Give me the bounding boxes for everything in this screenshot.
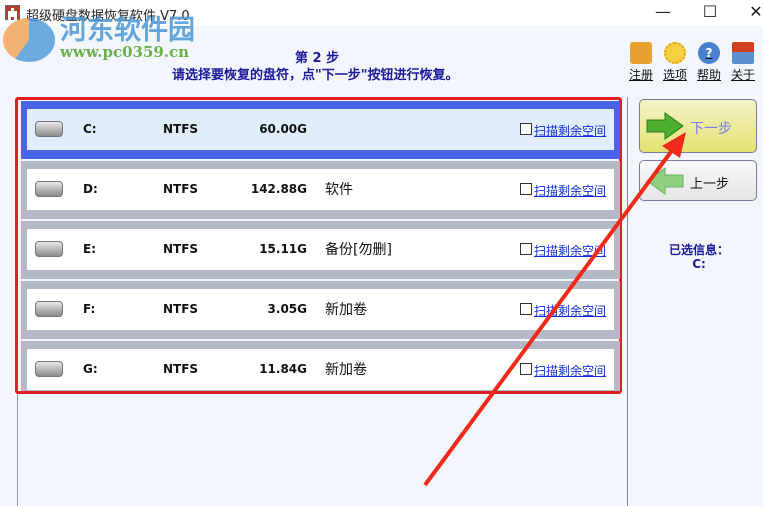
drive-letter: F: [83, 302, 96, 316]
drive-row-e[interactable]: E: NTFS 15.11G 备份[勿删] 扫描剩余空间 [21, 221, 620, 279]
register-label: 注册 [628, 68, 653, 82]
drive-fs: NTFS [163, 242, 199, 256]
drive-size: 142.88G [250, 182, 307, 196]
app-icon [5, 5, 20, 20]
drive-row-c[interactable]: C: NTFS 60.00G 扫描剩余空间 [21, 101, 620, 159]
about-label: 关于 [730, 68, 755, 82]
scan-free-space-link[interactable]: 扫描剩余空间 [534, 242, 606, 259]
help-label: 帮助 [696, 68, 721, 82]
drive-letter: D: [83, 182, 98, 196]
drive-size: 15.11G [259, 242, 307, 256]
scan-free-space-link[interactable]: 扫描剩余空间 [534, 362, 606, 379]
help-button[interactable]: ? 帮助 [693, 42, 725, 83]
scan-free-space-checkbox[interactable] [520, 243, 532, 255]
watermark-logo [3, 18, 55, 62]
drive-volume-name: 软件 [325, 182, 353, 198]
drive-row-f[interactable]: F: NTFS 3.05G 新加卷 扫描剩余空间 [21, 281, 620, 339]
drive-fs: NTFS [163, 182, 199, 196]
arrow-right-icon [646, 112, 684, 140]
options-label: 选项 [662, 68, 687, 82]
scan-free-space-link[interactable]: 扫描剩余空间 [534, 122, 606, 139]
drive-row-g[interactable]: G: NTFS 11.84G 新加卷 扫描剩余空间 [21, 341, 620, 391]
previous-step-button[interactable]: 上一步 [639, 160, 757, 201]
cart-check-icon [630, 42, 652, 64]
selected-info-label: 已选信息： [668, 243, 729, 257]
hard-disk-icon [35, 241, 63, 257]
drive-size: 3.05G [267, 302, 307, 316]
drive-volume-name: 备份[勿删] [325, 242, 392, 258]
scan-free-space-link[interactable]: 扫描剩余空间 [534, 182, 606, 199]
minimize-button[interactable]: — [648, 2, 678, 21]
scan-free-space-link[interactable]: 扫描剩余空间 [534, 302, 606, 319]
drive-size: 60.00G [259, 122, 307, 136]
register-button[interactable]: 注册 [625, 42, 657, 83]
help-icon: ? [698, 42, 720, 64]
selected-info: 已选信息： C: [640, 243, 758, 271]
drive-fs: NTFS [163, 362, 199, 376]
drive-fs: NTFS [163, 122, 199, 136]
next-step-label: 下一步 [690, 121, 732, 137]
watermark-url: www.pc0359.cn [60, 43, 190, 61]
close-button[interactable]: ✕ [741, 2, 763, 21]
scan-free-space-checkbox[interactable] [520, 123, 532, 135]
maximize-button[interactable]: ☐ [695, 2, 725, 21]
drive-fs: NTFS [163, 302, 199, 316]
options-button[interactable]: 选项 [659, 42, 691, 83]
drive-size: 11.84G [259, 362, 307, 376]
scan-free-space-checkbox[interactable] [520, 303, 532, 315]
step-instruction: 请选择要恢复的盘符，点"下一步"按钮进行恢复。 [172, 68, 459, 83]
drive-letter: C: [83, 122, 97, 136]
hard-disk-icon [35, 121, 63, 137]
previous-step-label: 上一步 [690, 177, 730, 192]
drive-row-d[interactable]: D: NTFS 142.88G 软件 扫描剩余空间 [21, 161, 620, 219]
next-step-button[interactable]: 下一步 [639, 99, 757, 153]
watermark-name: 河东软件园 [60, 15, 195, 46]
hard-disk-icon [35, 181, 63, 197]
drive-volume-name: 新加卷 [325, 362, 367, 378]
arrow-left-icon [646, 167, 684, 195]
drive-list-highlight: C: NTFS 60.00G 扫描剩余空间 D: NTFS 142.88G 软件… [15, 97, 622, 394]
home-icon [732, 42, 754, 64]
hard-disk-icon [35, 361, 63, 377]
selected-info-value: C: [692, 257, 706, 271]
about-button[interactable]: 关于 [727, 42, 759, 83]
drive-letter: E: [83, 242, 96, 256]
scan-free-space-checkbox[interactable] [520, 363, 532, 375]
drive-volume-name: 新加卷 [325, 302, 367, 318]
hard-disk-icon [35, 301, 63, 317]
scan-free-space-checkbox[interactable] [520, 183, 532, 195]
gear-icon [664, 42, 686, 64]
drive-letter: G: [83, 362, 98, 376]
